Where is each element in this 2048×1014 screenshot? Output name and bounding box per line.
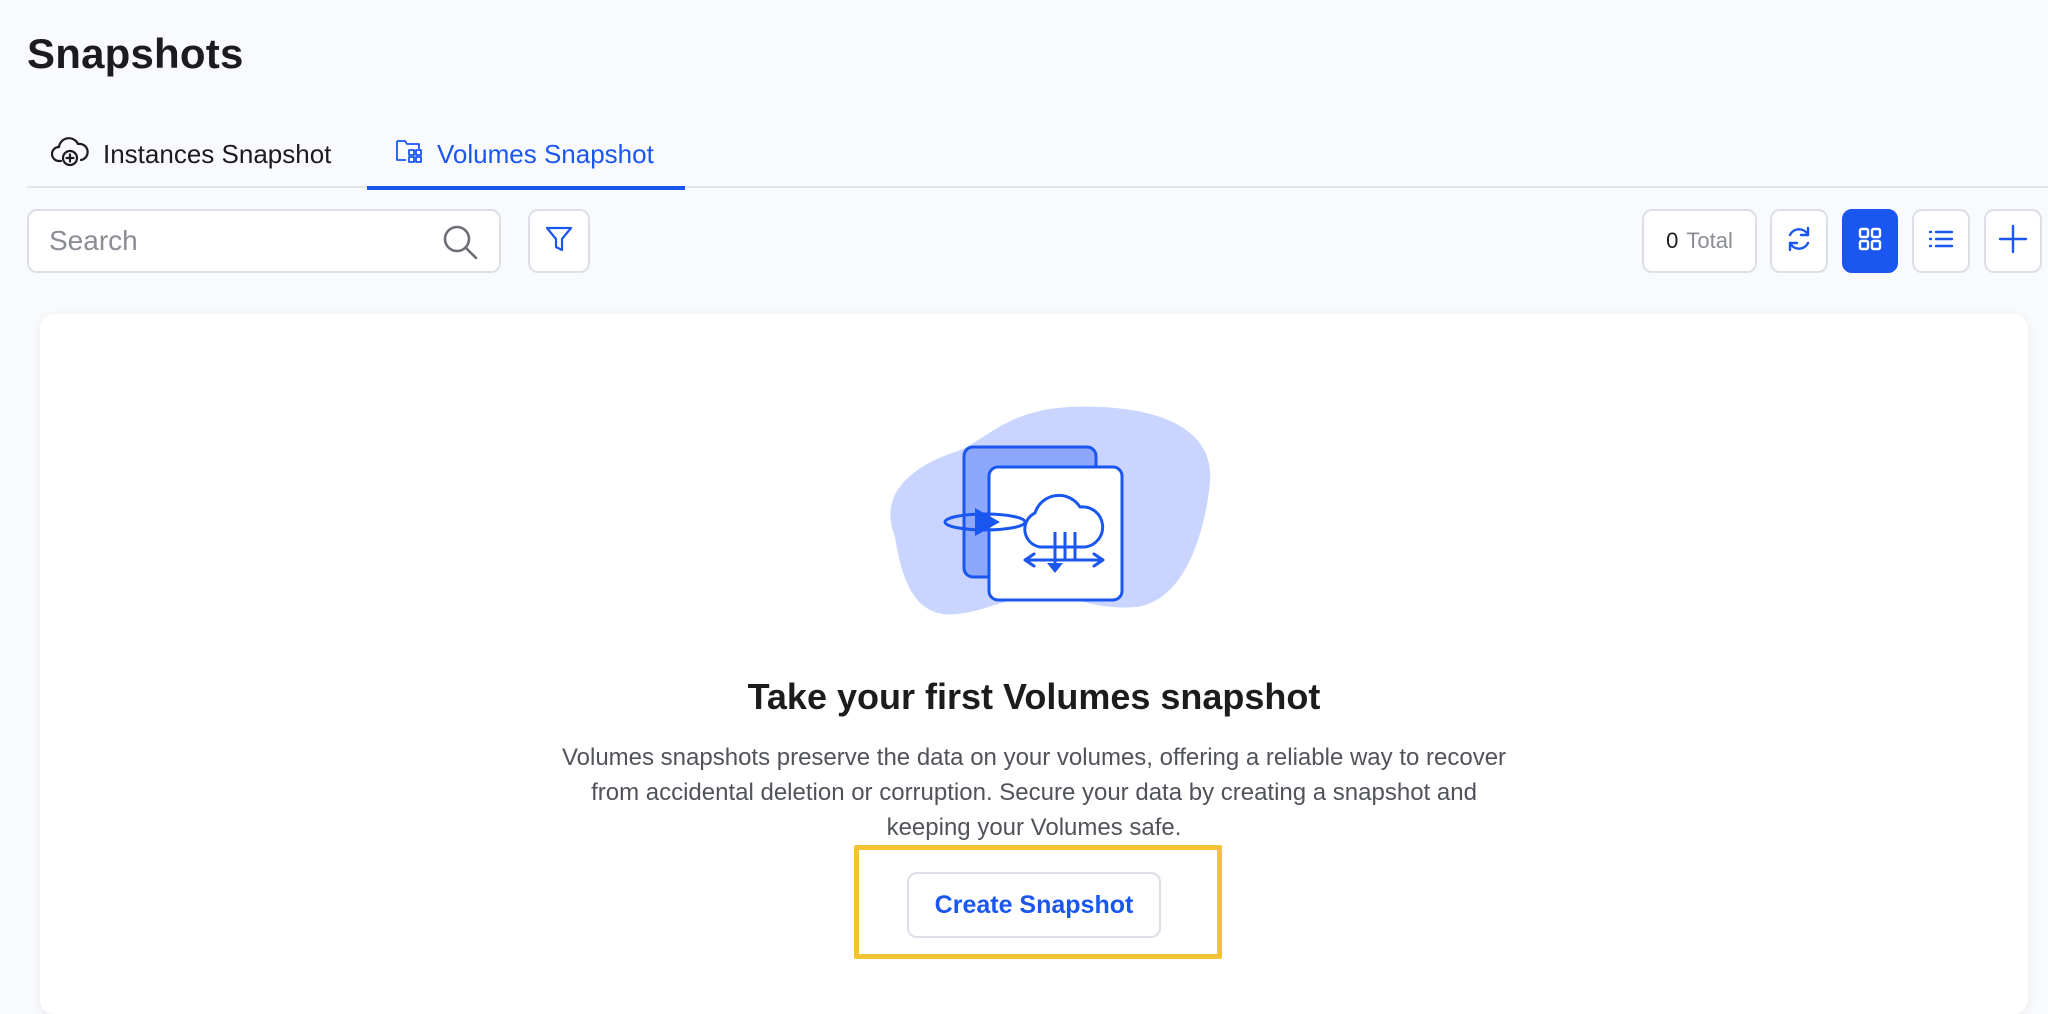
add-snapshot-button[interactable] xyxy=(1984,209,2042,273)
empty-state-description: Volumes snapshots preserve the data on y… xyxy=(561,744,1507,841)
search-icon[interactable] xyxy=(441,223,479,266)
empty-state-title: Take your first Volumes snapshot xyxy=(747,676,1321,717)
refresh-button[interactable] xyxy=(1770,209,1828,273)
grid-icon xyxy=(1857,226,1883,257)
list-view-button[interactable] xyxy=(1912,209,1970,273)
total-label: Total xyxy=(1686,228,1733,253)
total-count: 0 xyxy=(1666,228,1679,253)
folder-grid-icon xyxy=(395,138,423,171)
total-count-badge: 0 Total xyxy=(1642,209,1757,273)
tab-instances-snapshot[interactable]: Instances Snapshot xyxy=(50,120,332,188)
plus-icon xyxy=(1997,223,2029,260)
snapshot-illustration xyxy=(855,402,1215,627)
search-input[interactable] xyxy=(49,211,429,271)
grid-view-button[interactable] xyxy=(1842,209,1898,273)
search-box xyxy=(27,209,501,273)
snapshot-tabs: Instances Snapshot Volumes Snapshot xyxy=(27,120,2048,190)
filter-icon xyxy=(544,224,574,259)
cloud-add-icon xyxy=(50,134,89,175)
filter-button[interactable] xyxy=(528,209,590,273)
list-icon xyxy=(1927,226,1955,257)
create-snapshot-button[interactable]: Create Snapshot xyxy=(907,872,1161,938)
tab-volumes-snapshot[interactable]: Volumes Snapshot xyxy=(367,120,685,190)
page-title: Snapshots xyxy=(27,30,244,77)
tab-label: Instances Snapshot xyxy=(103,138,332,169)
refresh-icon xyxy=(1784,224,1814,259)
tab-label: Volumes Snapshot xyxy=(437,138,654,169)
